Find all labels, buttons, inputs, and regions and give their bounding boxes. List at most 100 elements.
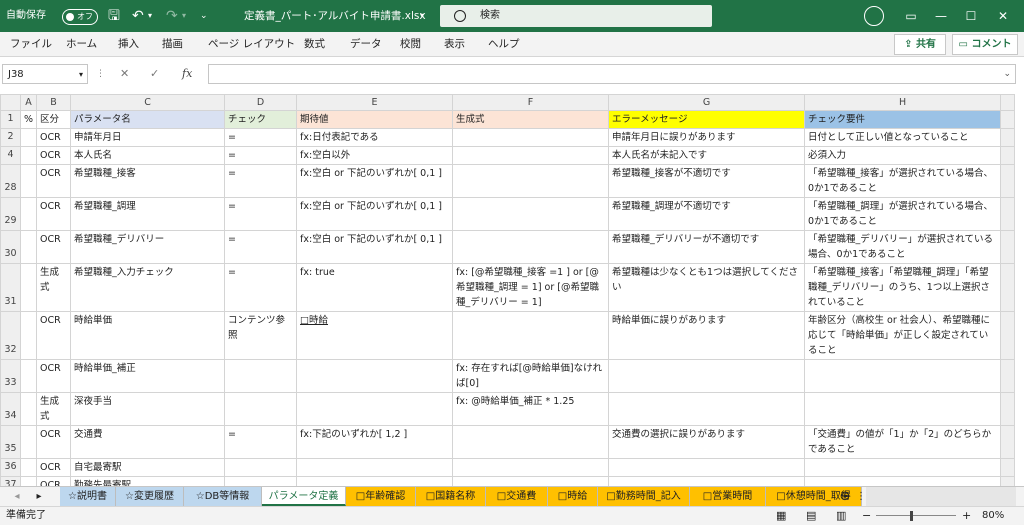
header-cell-E[interactable]: 期待値 (296, 110, 454, 129)
cell-G[interactable]: 時給単価に誤りがあります (608, 311, 806, 360)
cell-F[interactable] (452, 425, 610, 459)
page-break-view-icon[interactable]: ▥ (836, 507, 846, 525)
maximize-icon[interactable]: ☐ (956, 0, 986, 32)
spreadsheet-grid[interactable]: A B C D E F G H 1 % 区分 パラメータ名 チェック 期待値 生… (0, 94, 1024, 486)
name-box[interactable]: J38 ▾ (2, 64, 88, 84)
cell-B[interactable]: OCR (36, 197, 72, 231)
undo-dropdown-icon[interactable]: ▾ (148, 0, 152, 32)
cell-B[interactable]: OCR (36, 230, 72, 264)
cell-G[interactable]: 希望職種_接客が不適切です (608, 164, 806, 198)
menu-review[interactable]: 校閲 (400, 32, 421, 56)
cell-E[interactable]: fx:下記のいずれか[ 1,2 ] (296, 425, 454, 459)
menu-insert[interactable]: 挿入 (118, 32, 139, 56)
row-header[interactable]: 37 (0, 476, 21, 486)
cell-E[interactable]: fx:空白 or 下記のいずれか[ 0,1 ] (296, 164, 454, 198)
cell-D[interactable]: = (224, 146, 298, 165)
sheet-tab[interactable]: □国籍名称 (416, 487, 486, 506)
cell-A[interactable] (19, 230, 38, 264)
cell-D[interactable]: = (224, 164, 298, 198)
page-layout-view-icon[interactable]: ▤ (806, 507, 816, 525)
cell-H[interactable] (804, 458, 1002, 477)
cell-F[interactable]: fx: @時給単価_補正 * 1.25 (452, 392, 610, 426)
cell-D[interactable] (224, 392, 298, 426)
cell-A[interactable] (19, 128, 38, 147)
cell-D[interactable]: コンテンツ参照 (224, 311, 298, 360)
close-icon[interactable]: ✕ (988, 0, 1018, 32)
redo-icon[interactable]: ↷ (166, 0, 178, 32)
row-header[interactable]: 31 (0, 263, 21, 312)
prev-sheet-icon[interactable]: ◂ (6, 487, 28, 506)
sheet-tab[interactable]: □時給 (548, 487, 598, 506)
cell-F[interactable] (452, 476, 610, 486)
scrollbar-track[interactable] (1000, 425, 1016, 459)
cell-C[interactable]: 希望職種_入力チェック (70, 263, 226, 312)
header-cell-D[interactable]: チェック (224, 110, 298, 129)
column-header-F[interactable]: F (452, 94, 610, 111)
cell-A[interactable] (19, 425, 38, 459)
cell-G[interactable] (608, 392, 806, 426)
avatar[interactable] (864, 6, 884, 26)
cell-E[interactable]: fx: true (296, 263, 454, 312)
cell-B[interactable]: 生成式 (36, 392, 72, 426)
cell-E[interactable] (296, 359, 454, 393)
cell-A[interactable] (19, 476, 38, 486)
tab-split-handle[interactable]: ⋮ (856, 487, 866, 506)
cell-F[interactable]: fx: 存在すれば[@時給単価]なければ[0] (452, 359, 610, 393)
scrollbar-track[interactable] (1000, 230, 1016, 264)
scrollbar-track[interactable] (1000, 263, 1016, 312)
sheet-tab[interactable]: □勤務時間_記入 (598, 487, 690, 506)
cell-H[interactable] (804, 392, 1002, 426)
row-header[interactable]: 1 (0, 110, 21, 129)
cell-C[interactable]: 深夜手当 (70, 392, 226, 426)
cell-G[interactable]: 希望職種は少なくとも1つは選択してください (608, 263, 806, 312)
column-header-B[interactable]: B (36, 94, 72, 111)
cell-C[interactable]: 本人氏名 (70, 146, 226, 165)
enter-icon[interactable]: ✓ (150, 64, 159, 84)
scrollbar-track[interactable] (1000, 392, 1016, 426)
cell-B[interactable]: OCR (36, 359, 72, 393)
row-header[interactable]: 36 (0, 458, 21, 477)
row-header[interactable]: 29 (0, 197, 21, 231)
cell-A[interactable] (19, 197, 38, 231)
cell-H[interactable] (804, 476, 1002, 486)
cell-B[interactable]: 生成式 (36, 263, 72, 312)
cell-C[interactable]: 希望職種_デリバリー (70, 230, 226, 264)
search-box[interactable]: 検索 (440, 5, 712, 27)
scrollbar-track[interactable] (1000, 146, 1016, 165)
scrollbar-track[interactable] (1000, 476, 1016, 486)
row-header[interactable]: 4 (0, 146, 21, 165)
scrollbar-track[interactable] (1000, 311, 1016, 360)
menu-help[interactable]: ヘルプ (488, 32, 520, 56)
comment-button[interactable]: ▭ コメント (952, 34, 1018, 55)
scrollbar-track[interactable] (1000, 128, 1016, 147)
scrollbar-track[interactable] (1000, 197, 1016, 231)
zoom-in-icon[interactable]: + (962, 507, 971, 525)
cell-A[interactable] (19, 458, 38, 477)
cell-B[interactable]: OCR (36, 425, 72, 459)
sheet-tab[interactable]: パラメータ定義 (262, 487, 346, 506)
formula-input[interactable]: ⌄ (208, 64, 1016, 84)
column-header-D[interactable]: D (224, 94, 298, 111)
insert-function-icon[interactable]: fx (182, 64, 192, 84)
cell-B[interactable]: OCR (36, 458, 72, 477)
menu-draw[interactable]: 描画 (162, 32, 183, 56)
cell-B[interactable]: OCR (36, 128, 72, 147)
header-cell-A[interactable]: % (19, 110, 38, 129)
cell-C[interactable]: 自宅最寄駅 (70, 458, 226, 477)
more-options-icon[interactable]: ⋮ (96, 64, 105, 84)
sheet-tab[interactable]: □年齢確認 (346, 487, 416, 506)
menu-data[interactable]: データ (350, 32, 382, 56)
cell-F[interactable] (452, 230, 610, 264)
cell-C[interactable]: 希望職種_接客 (70, 164, 226, 198)
menu-home[interactable]: ホーム (66, 32, 97, 56)
expand-formula-bar-icon[interactable]: ⌄ (1003, 65, 1011, 83)
row-header[interactable]: 30 (0, 230, 21, 264)
cell-C[interactable]: 希望職種_調理 (70, 197, 226, 231)
cancel-icon[interactable]: ✕ (120, 64, 129, 84)
row-header[interactable]: 35 (0, 425, 21, 459)
cell-E[interactable] (296, 476, 454, 486)
cell-A[interactable] (19, 311, 38, 360)
column-header-E[interactable]: E (296, 94, 454, 111)
cell-E[interactable]: fx:日付表記である (296, 128, 454, 147)
header-cell-G[interactable]: エラーメッセージ (608, 110, 806, 129)
